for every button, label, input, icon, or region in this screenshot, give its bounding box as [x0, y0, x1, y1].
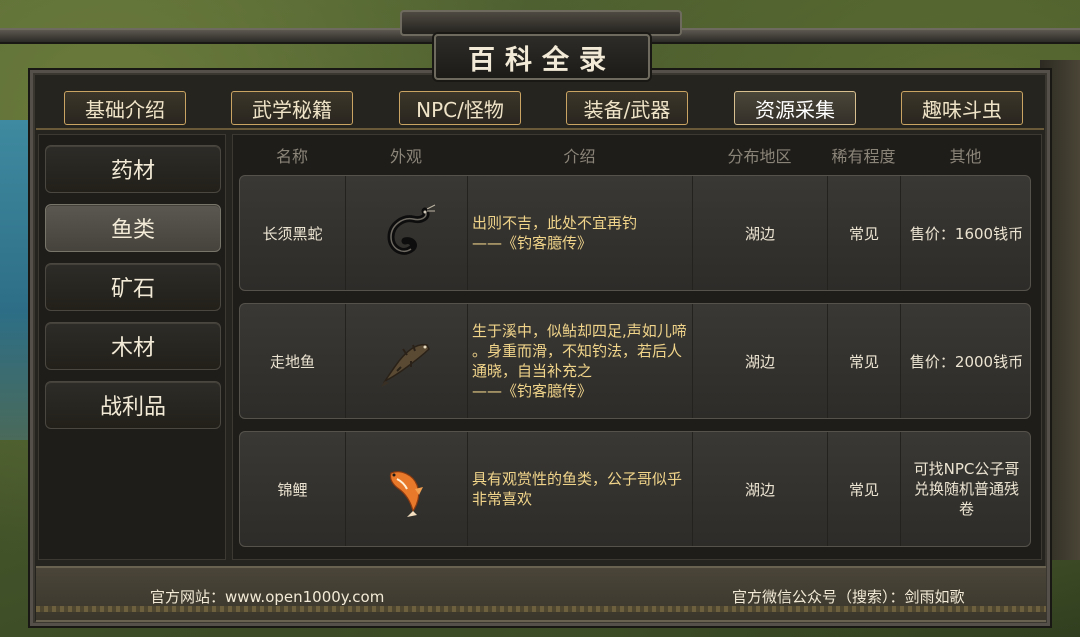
sidebar-item-loot[interactable]: 战利品	[45, 381, 221, 429]
item-table: 名称 外观 介绍 分布地区 稀有程度 其他 长须黑蛇 出则不吉，此处不宜再钓 —…	[232, 134, 1042, 560]
official-website[interactable]: 官方网站：www.open1000y.com	[150, 586, 384, 607]
header-appearance: 外观	[389, 147, 422, 166]
item-intro: 出则不吉，此处不宜再钓 ——《钓客臆传》	[468, 176, 693, 290]
tab-martial-arts[interactable]: 武学秘籍	[231, 91, 353, 125]
table-row[interactable]: 长须黑蛇 出则不吉，此处不宜再钓 ——《钓客臆传》 湖边 常见 售价：1600钱…	[239, 175, 1031, 291]
koi-icon	[389, 471, 423, 517]
sidebar-item-ore[interactable]: 矿石	[45, 263, 221, 311]
intro-line: ——《钓客臆传》	[472, 234, 593, 252]
item-region: 湖边	[693, 176, 828, 290]
window-title: 百科全录	[468, 44, 616, 76]
tab-basics[interactable]: 基础介绍	[64, 91, 186, 125]
item-name: 走地鱼	[240, 304, 346, 418]
item-other: 可找NPC公子哥兑换随机普通残卷	[913, 460, 1020, 518]
header-rarity: 稀有程度	[831, 147, 896, 166]
item-intro: 具有观赏性的鱼类，公子哥似乎 非常喜欢	[468, 432, 693, 546]
intro-line: 生于溪中，似鲇却四足,声如儿啼	[472, 322, 687, 340]
intro-line: 通晓，自当补充之	[472, 362, 593, 380]
category-sidebar: 药材 鱼类 矿石 木材 战利品	[38, 134, 226, 560]
item-name: 长须黑蛇	[240, 176, 346, 290]
intro-line: 具有观赏性的鱼类，公子哥似乎	[472, 470, 683, 488]
item-appearance	[346, 304, 468, 418]
tab-npc-monsters[interactable]: NPC/怪物	[399, 91, 521, 125]
intro-line: ——《钓客臆传》	[472, 382, 593, 400]
item-name: 锦鲤	[240, 432, 346, 546]
black-eel-icon	[386, 204, 435, 255]
header-intro: 介绍	[563, 147, 596, 166]
sidebar-item-fish[interactable]: 鱼类	[45, 204, 221, 252]
item-rarity: 常见	[828, 432, 901, 546]
item-rarity: 常见	[828, 304, 901, 418]
header-name: 名称	[275, 147, 308, 166]
header-region: 分布地区	[727, 147, 792, 166]
official-wechat: 官方微信公众号（搜索）：剑雨如歌	[732, 588, 965, 606]
top-nav: 基础介绍 武学秘籍 NPC/怪物 装备/武器 资源采集 趣味斗虫	[36, 88, 1044, 130]
item-other: 售价：1600钱币	[909, 224, 1024, 243]
sidebar-item-wood[interactable]: 木材	[45, 322, 221, 370]
tab-resources[interactable]: 资源采集	[734, 91, 856, 125]
item-intro: 生于溪中，似鲇却四足,声如儿啼 。身重而滑，不知钓法，若后人 通晓，自当补充之 …	[468, 304, 693, 418]
item-region: 湖边	[693, 432, 828, 546]
intro-line: 非常喜欢	[472, 490, 533, 508]
item-rarity: 常见	[828, 176, 901, 290]
item-appearance	[346, 176, 468, 290]
footer-bar: 官方网站：www.open1000y.com 官方微信公众号（搜索）：剑雨如歌	[36, 566, 1046, 622]
header-other: 其他	[949, 147, 982, 166]
table-row[interactable]: 走地鱼 生于溪中，似鲇却四足,声如儿啼 。身重而滑，不知钓法，若后人 通晓，自当…	[239, 303, 1031, 419]
table-row[interactable]: 锦鲤 具有观赏性的鱼类，公子哥似乎 非常喜欢 湖边 常见 可找NPC公子哥兑换随…	[239, 431, 1031, 547]
tab-equipment[interactable]: 装备/武器	[566, 91, 688, 125]
sidebar-item-herbs[interactable]: 药材	[45, 145, 221, 193]
table-header: 名称 外观 介绍 分布地区 稀有程度 其他	[233, 143, 1033, 169]
item-other: 售价：2000钱币	[909, 352, 1024, 371]
intro-line: 出则不吉，此处不宜再钓	[472, 214, 638, 232]
tab-bug-fight[interactable]: 趣味斗虫	[901, 91, 1023, 125]
title-plate: 百科全录	[434, 34, 650, 80]
intro-line: 。身重而滑，不知钓法，若后人	[472, 342, 683, 360]
item-appearance	[346, 432, 468, 546]
walking-fish-icon	[380, 343, 430, 387]
background-water	[0, 120, 34, 440]
item-region: 湖边	[693, 304, 828, 418]
footer-ornament	[36, 606, 1046, 612]
title-ornament	[400, 10, 682, 36]
